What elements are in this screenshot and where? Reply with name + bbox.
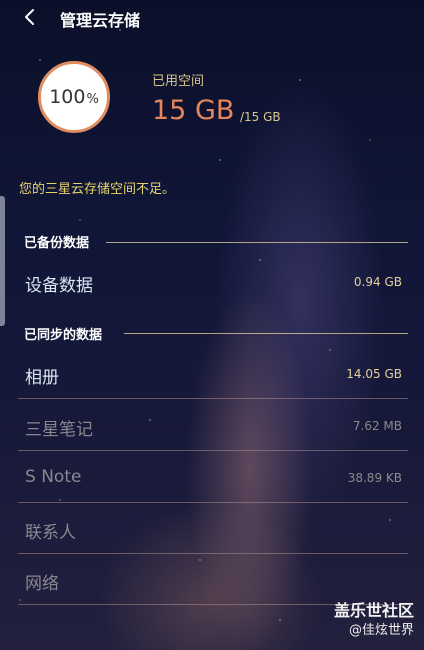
storage-warning: 您的三星云存储空间不足。 bbox=[19, 182, 176, 197]
used-space-value: 15 GB bbox=[152, 95, 235, 126]
used-space-label: 已用空间 bbox=[152, 74, 205, 89]
section-title-backup: 已备份数据 bbox=[24, 236, 90, 251]
list-item-device-data[interactable]: 设备数据 0.94 GB bbox=[0, 256, 424, 307]
row-divider bbox=[18, 398, 408, 399]
list-item-value: 0.94 GB bbox=[353, 275, 402, 289]
usage-percent-value: 100 bbox=[49, 86, 86, 108]
usage-percent-sign: % bbox=[86, 91, 99, 107]
usage-percent-ring: 100% bbox=[38, 61, 110, 133]
section-divider bbox=[124, 333, 408, 334]
section-divider bbox=[106, 242, 408, 243]
list-item-contacts[interactable]: 联系人 bbox=[0, 503, 424, 554]
list-item-s-note[interactable]: S Note 38.89 KB bbox=[0, 452, 424, 503]
list-item-label: S Note bbox=[25, 467, 82, 487]
list-item-label: 相册 bbox=[25, 368, 59, 388]
total-space-value: /15 GB bbox=[240, 110, 281, 124]
page-title: 管理云存储 bbox=[60, 11, 141, 30]
back-arrow-icon bbox=[25, 9, 34, 25]
list-item-value: 38.89 KB bbox=[347, 471, 402, 485]
list-item-label: 网络 bbox=[25, 574, 59, 594]
list-item-value: 7.62 MB bbox=[352, 419, 402, 433]
list-item-label: 联系人 bbox=[25, 523, 76, 543]
list-item-samsung-notes[interactable]: 三星笔记 7.62 MB bbox=[0, 400, 424, 451]
list-item-gallery[interactable]: 相册 14.05 GB bbox=[0, 348, 424, 399]
section-title-sync: 已同步的数据 bbox=[24, 328, 103, 343]
list-item-label: 三星笔记 bbox=[25, 420, 93, 440]
back-button[interactable] bbox=[18, 5, 42, 29]
list-item-value: 14.05 GB bbox=[346, 367, 402, 381]
top-bar: 管理云存储 bbox=[0, 0, 424, 36]
watermark-community: 盖乐世社区 bbox=[333, 601, 414, 620]
row-divider bbox=[18, 450, 408, 451]
list-item-label: 设备数据 bbox=[25, 276, 93, 296]
watermark-author: @佳炫世界 bbox=[348, 623, 414, 638]
